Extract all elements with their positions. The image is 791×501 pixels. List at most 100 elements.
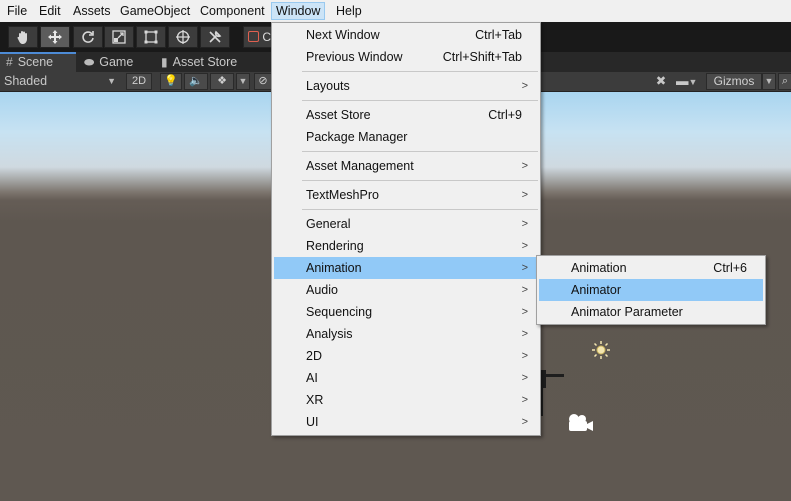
menu-item-label: XR xyxy=(306,393,324,407)
chevron-right-icon: > xyxy=(521,350,528,362)
chevron-right-icon: > xyxy=(521,394,528,406)
menu-item-label: Audio xyxy=(306,283,338,297)
chevron-right-icon: > xyxy=(521,306,528,318)
menu-item-label: Animator xyxy=(571,283,622,297)
chevron-right-icon: > xyxy=(521,240,528,252)
shading-mode-dropdown[interactable]: Shaded ▼ xyxy=(4,72,120,91)
store-bag-icon: ▮ xyxy=(161,55,168,69)
menu-help[interactable]: Help xyxy=(331,2,367,20)
menu-item-next-window[interactable]: Next Window Ctrl+Tab xyxy=(274,24,538,46)
chevron-right-icon: > xyxy=(521,80,528,92)
menu-item-shortcut: Ctrl+Shift+Tab xyxy=(442,50,522,64)
chevron-right-icon: > xyxy=(521,189,528,201)
menu-item-rendering[interactable]: Rendering > xyxy=(274,235,538,257)
custom-tool-icon[interactable] xyxy=(200,26,230,48)
menu-item-label: Analysis xyxy=(306,327,353,341)
tab-game[interactable]: ⬬ Game xyxy=(78,52,154,72)
chevron-right-icon: > xyxy=(521,262,528,274)
submenu-item-animation[interactable]: Animation Ctrl+6 xyxy=(539,257,763,279)
menu-separator xyxy=(302,100,538,101)
rect-tool-icon[interactable] xyxy=(136,26,166,48)
menu-item-layouts[interactable]: Layouts > xyxy=(274,75,538,97)
directional-light-icon[interactable] xyxy=(592,341,610,359)
menu-item-audio[interactable]: Audio > xyxy=(274,279,538,301)
camera-settings-icon[interactable]: ▬▼ xyxy=(676,72,702,91)
gizmos-button[interactable]: Gizmos xyxy=(706,73,762,90)
menu-separator xyxy=(302,209,538,210)
menu-item-analysis[interactable]: Analysis > xyxy=(274,323,538,345)
menu-item-shortcut: Ctrl+6 xyxy=(713,261,747,275)
menu-item-label: Sequencing xyxy=(306,305,373,319)
menu-window[interactable]: Window xyxy=(271,2,326,20)
menu-item-label: 2D xyxy=(306,349,322,363)
menu-item-shortcut: Ctrl+Tab xyxy=(475,28,522,42)
menu-item-label: Asset Management xyxy=(306,159,414,173)
menu-item-ai[interactable]: AI > xyxy=(274,367,538,389)
transform-tool-icon[interactable] xyxy=(168,26,198,48)
square-icon xyxy=(248,31,259,42)
grid-icon: # xyxy=(6,55,13,69)
menu-edit[interactable]: Edit xyxy=(34,2,66,20)
menu-item-label: General xyxy=(306,217,351,231)
tab-asset-store-label: Asset Store xyxy=(172,55,238,69)
menu-item-package-manager[interactable]: Package Manager xyxy=(274,126,538,148)
tab-game-label: Game xyxy=(99,55,134,69)
tab-scene[interactable]: # Scene xyxy=(0,52,76,72)
chevron-down-icon: ▼ xyxy=(107,76,116,86)
menu-item-label: Layouts xyxy=(306,79,350,93)
animation-submenu: Animation Ctrl+6 Animator Animator Param… xyxy=(536,255,766,325)
menu-item-xr[interactable]: XR > xyxy=(274,389,538,411)
chevron-right-icon: > xyxy=(521,160,528,172)
effects-dropdown-chevron-icon[interactable]: ▼ xyxy=(236,73,250,90)
chevron-right-icon: > xyxy=(521,372,528,384)
tab-scene-label: Scene xyxy=(17,55,54,69)
effects-toggle-icon[interactable]: ❖ xyxy=(210,73,234,90)
menu-item-label: Previous Window xyxy=(306,50,403,64)
audio-toggle-icon[interactable]: 🔈 xyxy=(184,73,208,90)
menu-item-label: Animation xyxy=(571,261,627,275)
tools-wrench-icon[interactable]: ✖ xyxy=(652,72,670,91)
search-scene-icon[interactable]: ⌕ xyxy=(778,73,791,90)
toggle-2d-button[interactable]: 2D xyxy=(126,73,152,90)
hand-tool-icon[interactable] xyxy=(8,26,38,48)
menu-item-label: AI xyxy=(306,371,318,385)
menu-separator xyxy=(302,71,538,72)
menu-component[interactable]: Component xyxy=(195,2,270,20)
chevron-right-icon: > xyxy=(521,218,528,230)
collab-button[interactable]: C xyxy=(243,26,273,48)
menu-item-asset-store[interactable]: Asset Store Ctrl+9 xyxy=(274,104,538,126)
menu-item-label: Rendering xyxy=(306,239,364,253)
menu-item-label: Animation xyxy=(306,261,362,275)
menu-item-shortcut: Ctrl+9 xyxy=(488,108,522,122)
menu-separator xyxy=(302,151,538,152)
move-tool-icon[interactable] xyxy=(40,26,70,48)
chevron-right-icon: > xyxy=(521,328,528,340)
menu-item-label: TextMeshPro xyxy=(306,188,379,202)
menu-item-sequencing[interactable]: Sequencing > xyxy=(274,301,538,323)
hidden-visibility-icon[interactable]: ⊘ xyxy=(254,73,272,90)
menu-item-2d[interactable]: 2D > xyxy=(274,345,538,367)
submenu-item-animator[interactable]: Animator xyxy=(539,279,763,301)
camera-gizmo-icon[interactable] xyxy=(565,411,595,435)
menu-item-label: Package Manager xyxy=(306,130,408,144)
gizmos-chevron-icon[interactable]: ▼ xyxy=(762,73,776,90)
menu-item-ui[interactable]: UI > xyxy=(274,411,538,433)
tab-asset-store[interactable]: ▮ Asset Store xyxy=(155,52,270,72)
menu-gameobject[interactable]: GameObject xyxy=(115,2,195,20)
menu-item-label: UI xyxy=(306,415,319,429)
rotate-tool-icon[interactable] xyxy=(73,26,103,48)
menu-item-general[interactable]: General > xyxy=(274,213,538,235)
menu-item-textmeshpro[interactable]: TextMeshPro > xyxy=(274,184,538,206)
chevron-right-icon: > xyxy=(521,284,528,296)
menu-file[interactable]: File xyxy=(2,2,32,20)
lighting-toggle-icon[interactable]: 💡 xyxy=(160,73,182,90)
scale-tool-icon[interactable] xyxy=(104,26,134,48)
menu-item-animation[interactable]: Animation > xyxy=(274,257,538,279)
menu-separator xyxy=(302,180,538,181)
menu-item-label: Next Window xyxy=(306,28,380,42)
menu-item-asset-management[interactable]: Asset Management > xyxy=(274,155,538,177)
menu-assets[interactable]: Assets xyxy=(68,2,116,20)
submenu-item-animator-parameter[interactable]: Animator Parameter xyxy=(539,301,763,323)
menu-item-previous-window[interactable]: Previous Window Ctrl+Shift+Tab xyxy=(274,46,538,68)
gamepad-icon: ⬬ xyxy=(84,55,95,69)
